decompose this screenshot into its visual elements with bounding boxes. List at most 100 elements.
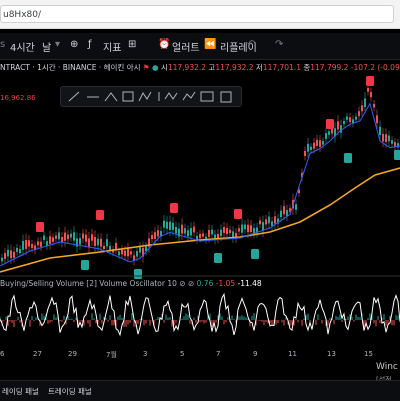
oscillator-value-1: 0.76 xyxy=(196,279,214,288)
candle-body xyxy=(190,228,192,236)
pitchfork-tool-icon[interactable] xyxy=(104,92,118,102)
candle-body xyxy=(55,235,57,239)
candle-body xyxy=(316,139,318,147)
candle-body xyxy=(154,232,156,239)
buy-signal-marker xyxy=(344,153,352,163)
candle-body xyxy=(358,111,360,117)
sell-signal-marker xyxy=(234,209,242,219)
candle-body xyxy=(211,229,213,235)
price-range-tool-icon[interactable] xyxy=(200,91,214,102)
candle-body xyxy=(262,222,264,231)
oscillator-value-3: -11.48 xyxy=(237,279,262,288)
candle-body xyxy=(28,240,30,247)
sell-signal-marker xyxy=(170,203,178,213)
trading-panel-tab-2[interactable]: 트레이딩 패널 xyxy=(48,386,92,397)
candle-body xyxy=(25,240,27,249)
candle-body xyxy=(307,143,309,152)
candle-body xyxy=(199,234,201,239)
time-label: 7월 xyxy=(106,351,117,359)
frame-tool-icon[interactable] xyxy=(220,91,232,103)
candle-body xyxy=(136,251,138,257)
candle-body xyxy=(109,245,111,251)
candle-body xyxy=(127,248,129,257)
chart-canvas[interactable] xyxy=(0,0,400,400)
candle-body xyxy=(124,250,126,256)
moving-average-orange xyxy=(0,167,400,273)
candle-body xyxy=(310,146,312,151)
oscillator-value-2: -1.05 xyxy=(215,279,236,288)
price-scale-tag: 16,962.86 xyxy=(0,94,36,102)
candle-body xyxy=(115,242,117,250)
candle-body xyxy=(88,238,90,248)
path-tool-icon[interactable] xyxy=(138,91,152,102)
candle-body xyxy=(223,227,225,233)
candle-body xyxy=(364,98,366,108)
candle-body xyxy=(1,257,3,262)
candle-body xyxy=(19,248,21,254)
time-label: 9 xyxy=(253,350,258,358)
candle-body xyxy=(37,241,39,246)
candle-body xyxy=(193,226,195,233)
pattern-tool-icon[interactable] xyxy=(164,92,178,100)
candle-body xyxy=(58,232,60,240)
time-label: 27 xyxy=(33,350,42,358)
candle-body xyxy=(40,241,42,247)
candle-body xyxy=(4,252,6,259)
trading-panel-tab[interactable]: 레이딩 패널 xyxy=(2,386,39,397)
sell-signal-marker xyxy=(96,210,104,220)
candle-body xyxy=(283,206,285,215)
time-axis[interactable]: 6 27 29 7월 3 5 7 9 11 13 15 xyxy=(0,347,400,361)
candle-body xyxy=(10,250,12,259)
candle-body xyxy=(7,249,9,257)
candle-body xyxy=(139,246,141,253)
candle-body xyxy=(370,92,372,98)
time-label: 11 xyxy=(288,350,297,358)
drawing-toolbar xyxy=(60,86,242,107)
price-candles xyxy=(1,84,399,266)
buy-signal-marker xyxy=(394,150,400,160)
eye-icon[interactable]: ⊘ xyxy=(179,279,185,288)
time-label: 15 xyxy=(364,350,373,358)
candle-body xyxy=(166,221,168,229)
candle-body xyxy=(250,225,252,232)
candle-body xyxy=(91,234,93,241)
windows-activation-text: Winc xyxy=(376,362,398,372)
candle-body xyxy=(151,235,153,240)
candle-body xyxy=(187,230,189,237)
candle-body xyxy=(43,235,45,240)
candle-body xyxy=(94,237,96,246)
time-label: 13 xyxy=(327,350,336,358)
channel-tool-icon[interactable] xyxy=(122,91,134,102)
candle-body xyxy=(70,233,72,238)
candle-body xyxy=(52,237,54,242)
candle-body xyxy=(394,142,396,147)
candle-body xyxy=(388,135,390,142)
candle-body xyxy=(196,235,198,240)
candle-body xyxy=(391,140,393,144)
candle-body xyxy=(373,103,375,108)
candle-body xyxy=(64,232,66,241)
sell-signal-marker xyxy=(326,119,334,129)
candle-body xyxy=(265,219,267,225)
candle-body xyxy=(361,105,363,112)
candle-body xyxy=(79,238,81,245)
candle-body xyxy=(163,220,165,228)
sell-signal-marker xyxy=(36,222,44,232)
trend-line-tool-icon[interactable] xyxy=(68,91,80,102)
candle-body xyxy=(145,246,147,252)
candle-body xyxy=(13,251,15,258)
candle-body xyxy=(157,230,159,237)
candle-body xyxy=(367,88,369,92)
candle-body xyxy=(103,245,105,250)
elliott-wave-tool-icon[interactable] xyxy=(182,91,196,101)
candle-body xyxy=(22,240,24,250)
buy-signal-marker xyxy=(214,253,222,263)
candle-body xyxy=(106,239,108,247)
candle-body xyxy=(67,234,69,240)
candle-body xyxy=(385,134,387,142)
candle-body xyxy=(280,210,282,218)
settings-icon[interactable]: ⊘ xyxy=(188,279,194,288)
candle-body xyxy=(382,133,384,142)
oscillator-legend: Buying/Selling Volume [2] Volume Oscilla… xyxy=(0,279,262,288)
time-label: 7 xyxy=(216,350,221,358)
